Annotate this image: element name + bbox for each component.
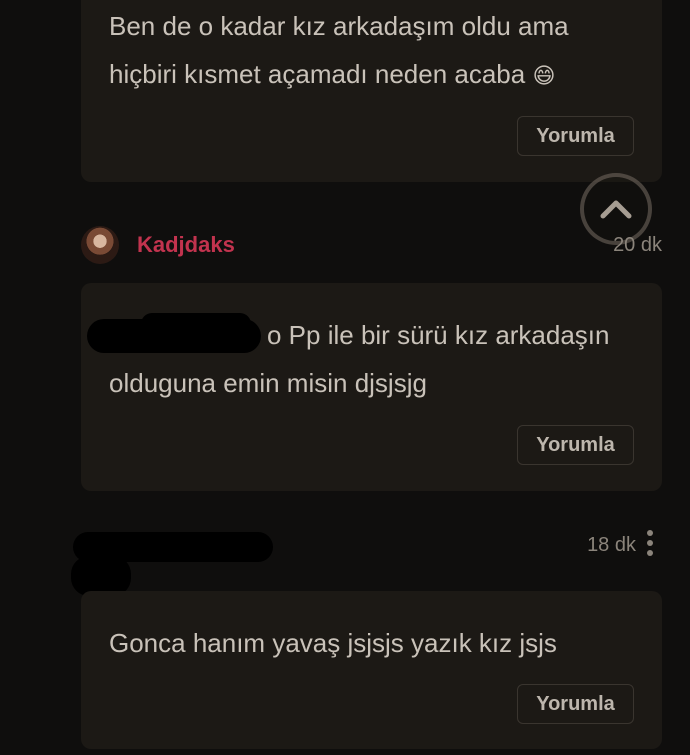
comment-line-1: o Pp ile bir sürü kız arkadaşın (267, 320, 610, 350)
timestamp: 20 dk (613, 234, 662, 256)
more-vertical-icon[interactable] (646, 530, 654, 558)
timestamp: 18 dk (587, 534, 636, 556)
comment-line-1: Ben de o kadar kız arkadaşım oldu ama (109, 11, 569, 41)
comment-text: o Pp ile bir sürü kız arkadaşın (267, 311, 642, 359)
reply-button[interactable]: Yorumla (517, 116, 634, 156)
grinning-emoji-icon: 😄 (532, 63, 556, 88)
reply-button[interactable]: Yorumla (517, 684, 634, 724)
comment-header-2: Kadjdaks 20 dk (81, 226, 662, 266)
avatar[interactable] (81, 226, 119, 264)
author-name[interactable]: Kadjdaks (137, 232, 235, 258)
comment-text: Ben de o kadar kız arkadaşım oldu ama hi… (109, 2, 642, 100)
comment-card-2: o Pp ile bir sürü kız arkadaşın olduguna… (81, 283, 662, 491)
comment-text-continued: olduguna emin misin djsjsjg (109, 359, 642, 407)
comment-line-1: Gonca hanım yavaş jsjsjs yazık kız jsjs (109, 628, 557, 658)
comment-line-2-text: hiçbiri kısmet açamadı neden acaba (109, 59, 526, 89)
comment-card-3: Gonca hanım yavaş jsjsjs yazık kız jsjs … (81, 591, 662, 749)
redacted-mention (141, 313, 251, 335)
redacted-author (71, 556, 131, 596)
comment-text: Gonca hanım yavaş jsjsjs yazık kız jsjs (109, 619, 642, 667)
reply-button[interactable]: Yorumla (517, 425, 634, 465)
comment-line-2: hiçbiri kısmet açamadı neden acaba 😄 (109, 50, 642, 100)
chevron-up-icon (600, 200, 632, 219)
comment-line-2: olduguna emin misin djsjsjg (109, 368, 427, 398)
comment-card-1: Ben de o kadar kız arkadaşım oldu ama hi… (81, 0, 662, 182)
comment-header-3: 18 dk (71, 526, 662, 596)
